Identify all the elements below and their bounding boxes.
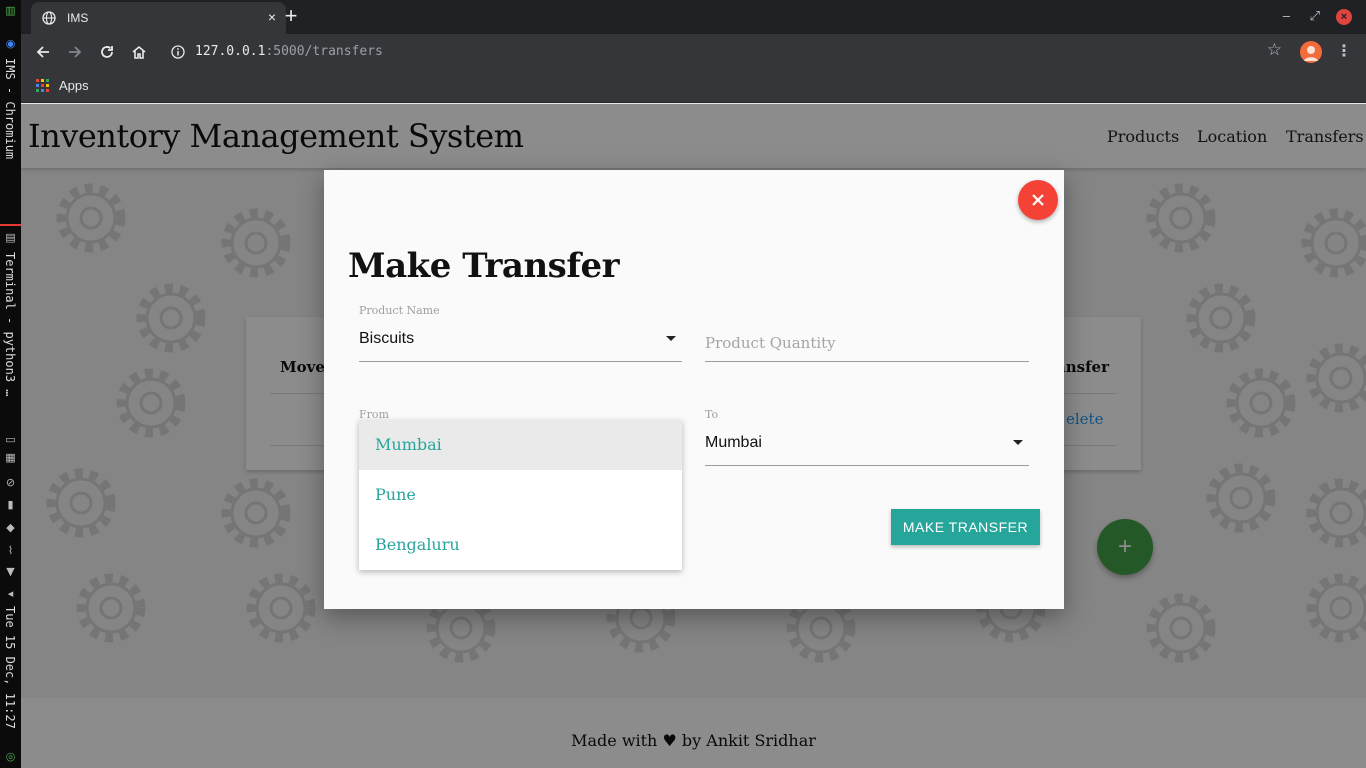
product-name-select[interactable]: Biscuits xyxy=(359,324,682,362)
browser-tab-bar: IMS × + – ⤢ × xyxy=(21,0,1366,34)
browser-toolbar: 127.0.0.1:5000/transfers ☆ ⋮ xyxy=(21,34,1366,70)
make-transfer-modal: Make Transfer Product Name Biscuits From… xyxy=(324,170,1064,609)
apps-grid-icon[interactable] xyxy=(36,79,49,92)
dropdown-option-pune[interactable]: Pune xyxy=(359,470,682,520)
forward-button[interactable] xyxy=(64,41,86,63)
address-bar[interactable]: 127.0.0.1:5000/transfers xyxy=(195,41,383,63)
battery-icon[interactable]: ▮ xyxy=(4,498,17,511)
profile-avatar[interactable] xyxy=(1300,41,1322,63)
product-name-label: Product Name xyxy=(359,304,440,317)
app-menu-icon[interactable]: ▥ xyxy=(4,4,17,17)
shield-icon[interactable]: ◆ xyxy=(4,521,17,534)
new-tab-button[interactable]: + xyxy=(281,4,301,28)
reload-button[interactable] xyxy=(96,41,118,63)
volume-icon[interactable]: ◂ xyxy=(4,587,17,600)
to-location-select[interactable]: Mumbai xyxy=(705,428,1029,466)
active-window-indicator xyxy=(0,224,21,226)
from-location-dropdown: Mumbai Pune Bengaluru xyxy=(359,420,682,570)
tab-close-icon[interactable]: × xyxy=(264,9,280,25)
system-clock[interactable]: Tue 15 Dec, 11:27 xyxy=(3,606,17,729)
product-quantity-input[interactable] xyxy=(705,324,1029,362)
back-button[interactable] xyxy=(32,41,54,63)
terminal-icon[interactable]: ▤ xyxy=(4,231,17,244)
forward-arrow-icon xyxy=(69,46,82,58)
chevron-down-icon xyxy=(666,336,676,341)
modal-title: Make Transfer xyxy=(348,246,620,286)
chevron-down-icon xyxy=(1013,440,1023,445)
url-path: :5000/transfers xyxy=(265,44,383,59)
close-icon xyxy=(1032,194,1044,206)
dropdown-option-mumbai[interactable]: Mumbai xyxy=(359,420,682,470)
window-title-terminal[interactable]: Terminal - python3 … xyxy=(3,252,17,397)
apps-bookmark[interactable]: Apps xyxy=(59,78,89,93)
make-transfer-button[interactable]: MAKE TRANSFER xyxy=(891,509,1040,545)
site-info-icon[interactable] xyxy=(171,45,185,59)
minimize-button[interactable]: – xyxy=(1283,8,1290,23)
browser-tab[interactable]: IMS × xyxy=(31,2,286,34)
bookmarks-bar: Apps xyxy=(21,70,1366,103)
dropdown-option-bengaluru[interactable]: Bengaluru xyxy=(359,520,682,570)
window-close-button[interactable]: × xyxy=(1336,9,1352,25)
page-content: Inventory Management System Products Loc… xyxy=(21,104,1366,768)
keyboard-icon[interactable]: ▦ xyxy=(4,451,17,464)
back-arrow-icon xyxy=(36,46,49,58)
bookmark-star-icon[interactable]: ☆ xyxy=(1267,40,1282,60)
wifi-icon[interactable]: ▼ xyxy=(4,565,17,578)
product-name-value: Biscuits xyxy=(359,330,415,347)
paperclip-icon[interactable]: ⌇ xyxy=(4,544,17,557)
profile-avatar-icon xyxy=(1304,46,1318,61)
tray-icon: ▭ xyxy=(5,433,16,446)
url-host: 127.0.0.1 xyxy=(195,44,266,59)
chromium-icon[interactable]: ◉ xyxy=(4,37,17,50)
browser-menu-icon[interactable]: ⋮ xyxy=(1336,41,1352,60)
reload-icon xyxy=(101,46,113,58)
to-location-value: Mumbai xyxy=(705,434,762,451)
tab-title: IMS xyxy=(67,11,89,25)
home-icon xyxy=(132,45,146,59)
network-off-icon[interactable]: ⊘ xyxy=(4,476,17,489)
to-label: To xyxy=(705,408,719,421)
system-taskbar: ▥ ◉ IMS - Chromium ▤ Terminal - python3 … xyxy=(0,0,21,768)
window-title-chromium[interactable]: IMS - Chromium xyxy=(3,58,17,159)
modal-close-button[interactable] xyxy=(1018,180,1058,220)
maximize-button[interactable]: ⤢ xyxy=(1310,8,1320,24)
globe-icon xyxy=(42,11,56,25)
power-icon[interactable]: ◎ xyxy=(4,750,17,763)
home-button[interactable] xyxy=(128,41,150,63)
